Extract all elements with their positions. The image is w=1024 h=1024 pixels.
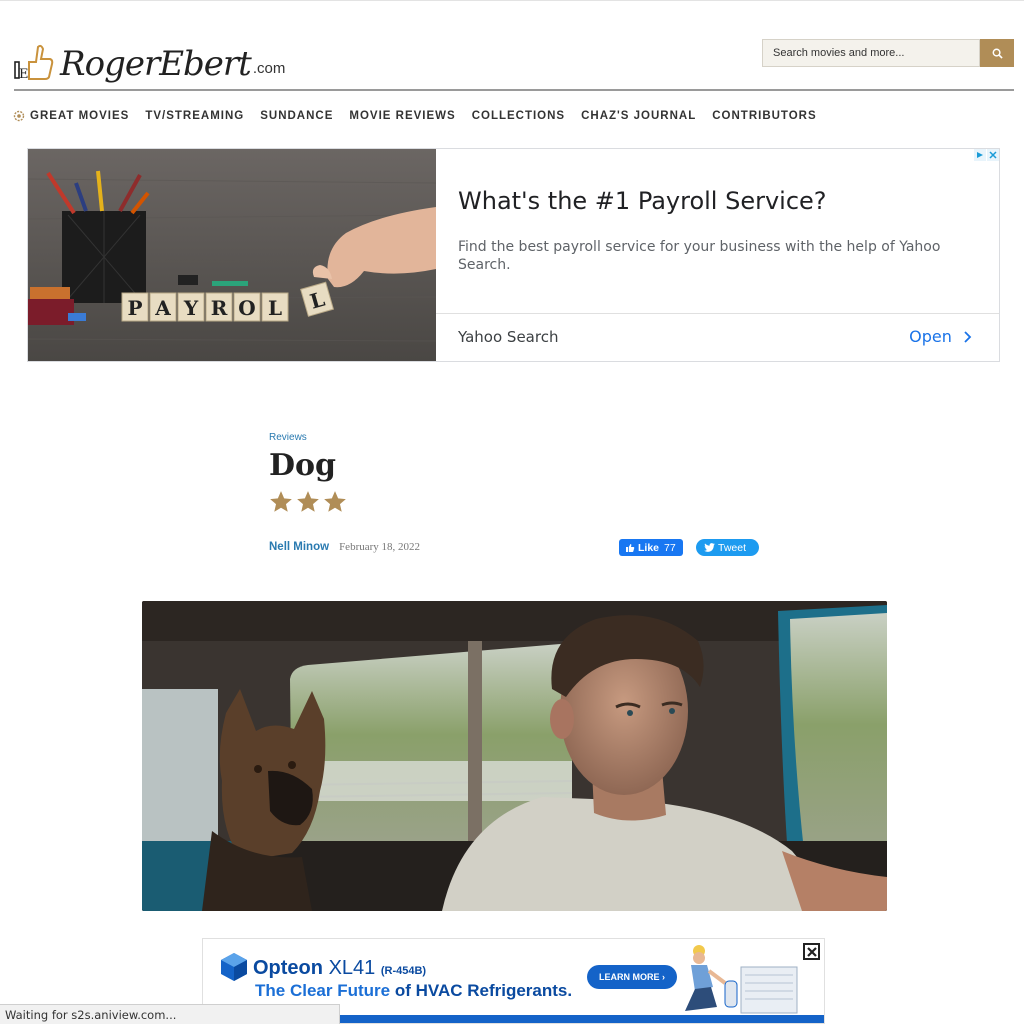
technician-illustration: [685, 945, 798, 1014]
thumbs-up-icon: [626, 543, 635, 552]
nav-item-contributors[interactable]: CONTRIBUTORS: [712, 110, 816, 122]
star-icon: [324, 491, 346, 512]
svg-text:O: O: [238, 296, 255, 320]
ad-close-icon[interactable]: [987, 149, 999, 161]
ad-footer: Yahoo Search Open: [436, 313, 999, 361]
ad-code: (R-454B): [380, 965, 427, 977]
thumbs-up-logo-icon: E: [14, 44, 54, 81]
ad-brand-name: Opteon: [253, 957, 323, 979]
search-icon: [992, 48, 1003, 59]
facebook-like-label: Like: [638, 541, 660, 554]
ad-tagline: The Clear Future of HVAC Refrigerants.: [255, 981, 572, 1001]
ad-title[interactable]: What's the #1 Payroll Service?: [458, 187, 827, 215]
site-header: E RogerEbert .com: [0, 0, 1024, 90]
search-bar: [762, 39, 1014, 67]
hero-image-man-and-dog-in-truck: [142, 601, 887, 911]
logo-wordmark: RogerEbert: [60, 44, 252, 84]
svg-text:A: A: [154, 296, 171, 320]
ad-open-label: Open: [909, 327, 952, 346]
nav-label: CONTRIBUTORS: [712, 110, 817, 122]
nav-label: SUNDANCE: [260, 110, 334, 122]
nav-label: TV/STREAMING: [145, 110, 245, 122]
nav-item-tv-streaming[interactable]: TV/STREAMING: [145, 110, 244, 122]
ad-choices[interactable]: [973, 149, 999, 161]
ad-content: What's the #1 Payroll Service? Find the …: [436, 149, 999, 361]
facebook-like-count: 77: [664, 541, 676, 554]
ad-tagline-highlight: The Clear Future: [255, 981, 391, 1000]
svg-text:L: L: [268, 296, 282, 320]
byline: Nell Minow February 18, 2022: [269, 541, 420, 553]
ad-open-button[interactable]: Open: [909, 327, 973, 346]
close-icon: [806, 946, 817, 957]
ad-tagline-rest: of HVAC Refrigerants.: [394, 981, 573, 1000]
site-logo[interactable]: E RogerEbert .com: [14, 37, 285, 81]
page-title: Dog: [269, 448, 337, 483]
star-icon: [270, 491, 292, 512]
nav-item-collections[interactable]: COLLECTIONS: [472, 110, 565, 122]
nav-label: COLLECTIONS: [471, 110, 566, 122]
svg-text:E: E: [19, 67, 29, 81]
browser-status-bar: Waiting for s2s.aniview.com...: [0, 1004, 340, 1024]
svg-text:Y: Y: [183, 296, 199, 320]
ad-close-button[interactable]: [803, 943, 820, 960]
payroll-ad-banner[interactable]: P A Y R O L L What's the #1 Payroll Serv…: [27, 148, 1000, 362]
facebook-like-button[interactable]: Like 77: [619, 539, 683, 556]
ad-info-icon[interactable]: [974, 149, 986, 161]
star-icon: [297, 491, 319, 512]
learn-more-button[interactable]: LEARN MORE ›: [587, 965, 677, 989]
publish-date: February 18, 2022: [339, 541, 421, 553]
nav-label: MOVIE REVIEWS: [349, 110, 456, 122]
nav-item-chaz-journal[interactable]: CHAZ'S JOURNAL: [581, 110, 696, 122]
opteon-cube-logo-icon: [221, 953, 247, 981]
hero-photo: [142, 601, 887, 911]
ad-description: Find the best payroll service for your b…: [458, 239, 941, 273]
header-divider: [14, 89, 1014, 91]
ad-source: Yahoo Search: [458, 328, 559, 346]
ad-brand: Opteon XL41 (R-454B): [253, 957, 426, 980]
chevron-right-icon: [964, 331, 972, 343]
laurel-icon: [13, 110, 25, 122]
main-nav: GREAT MOVIES TV/STREAMING SUNDANCE MOVIE…: [12, 108, 833, 124]
twitter-bird-icon: [704, 543, 715, 552]
search-button[interactable]: [980, 39, 1014, 67]
payroll-photo: P A Y R O L L: [28, 149, 436, 361]
nav-label: GREAT MOVIES: [30, 110, 130, 122]
star-rating: [268, 489, 349, 515]
tweet-label: Tweet: [718, 541, 747, 554]
author-link[interactable]: Nell Minow: [269, 541, 329, 553]
svg-text:P: P: [127, 296, 142, 320]
search-input[interactable]: [762, 39, 980, 67]
nav-label: CHAZ'S JOURNAL: [581, 110, 697, 122]
ad-model: XL41: [328, 957, 376, 979]
nav-item-sundance[interactable]: SUNDANCE: [260, 110, 333, 122]
nav-item-great-movies[interactable]: GREAT MOVIES: [12, 109, 129, 123]
svg-text:R: R: [211, 296, 228, 320]
tweet-button[interactable]: Tweet: [696, 539, 759, 556]
logo-domain-suffix: .com: [252, 60, 286, 77]
nav-item-movie-reviews[interactable]: MOVIE REVIEWS: [349, 110, 455, 122]
ad-image-payroll-blocks: P A Y R O L L: [28, 149, 436, 361]
breadcrumb-category[interactable]: Reviews: [269, 432, 307, 443]
